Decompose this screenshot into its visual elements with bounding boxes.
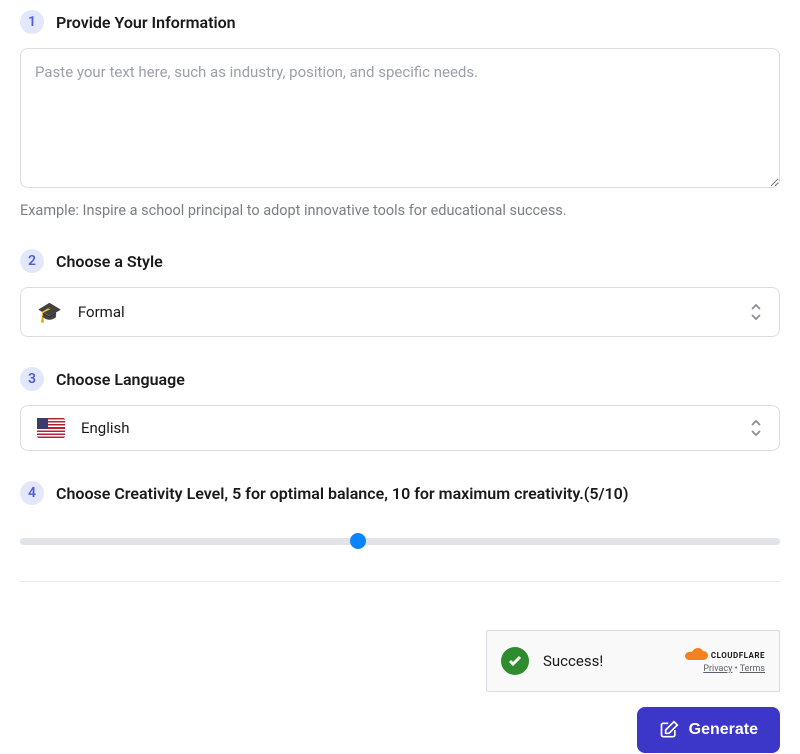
section-header: 3 Choose Language [20, 367, 780, 391]
terms-link[interactable]: Terms [740, 664, 765, 674]
section-title-3: Choose Language [56, 370, 185, 389]
step-number-4: 4 [20, 481, 44, 505]
section-divider [20, 581, 780, 582]
style-selected-label: Formal [78, 303, 125, 321]
section-information: 1 Provide Your Information Example: Insp… [20, 10, 780, 219]
example-helper-text: Example: Inspire a school principal to a… [20, 202, 780, 219]
section-title-1: Provide Your Information [56, 13, 236, 32]
section-title-4: Choose Creativity Level, 5 for optimal b… [56, 484, 628, 503]
language-select[interactable]: English [20, 405, 780, 451]
section-language: 3 Choose Language English [20, 367, 780, 451]
generate-button-label: Generate [689, 721, 758, 739]
step-number-3: 3 [20, 367, 44, 391]
creativity-slider[interactable] [20, 531, 780, 551]
select-content: 🎓 Formal [37, 300, 125, 324]
section-header: 1 Provide Your Information [20, 10, 780, 34]
slider-thumb[interactable] [350, 533, 366, 549]
cloudflare-logo: CLOUDFLARE [681, 648, 765, 662]
select-content: English [37, 418, 130, 438]
section-header: 4 Choose Creativity Level, 5 for optimal… [20, 481, 780, 505]
captcha-links: Privacy • Terms [681, 664, 765, 674]
step-number-1: 1 [20, 10, 44, 34]
chevrons-up-down-icon [749, 303, 763, 321]
style-select[interactable]: 🎓 Formal [20, 287, 780, 337]
edit-icon [659, 720, 679, 740]
privacy-link[interactable]: Privacy [703, 664, 732, 674]
section-header: 2 Choose a Style [20, 249, 780, 273]
captcha-branding: CLOUDFLARE Privacy • Terms [681, 648, 765, 674]
section-creativity: 4 Choose Creativity Level, 5 for optimal… [20, 481, 780, 551]
step-number-2: 2 [20, 249, 44, 273]
checkmark-icon [501, 647, 529, 675]
cloud-icon [681, 648, 709, 662]
language-selected-label: English [81, 419, 130, 437]
graduation-cap-icon: 🎓 [37, 300, 62, 324]
us-flag-icon [37, 418, 65, 438]
section-style: 2 Choose a Style 🎓 Formal [20, 249, 780, 337]
captcha-widget: Success! CLOUDFLARE Privacy • Terms [486, 630, 780, 692]
slider-track [20, 538, 780, 545]
generate-button[interactable]: Generate [637, 707, 780, 753]
information-textarea[interactable] [20, 48, 780, 188]
chevrons-up-down-icon [749, 419, 763, 437]
captcha-status-text: Success! [543, 652, 603, 670]
section-title-2: Choose a Style [56, 252, 163, 271]
captcha-status: Success! [501, 647, 603, 675]
cloudflare-brand-text: CLOUDFLARE [711, 651, 765, 660]
